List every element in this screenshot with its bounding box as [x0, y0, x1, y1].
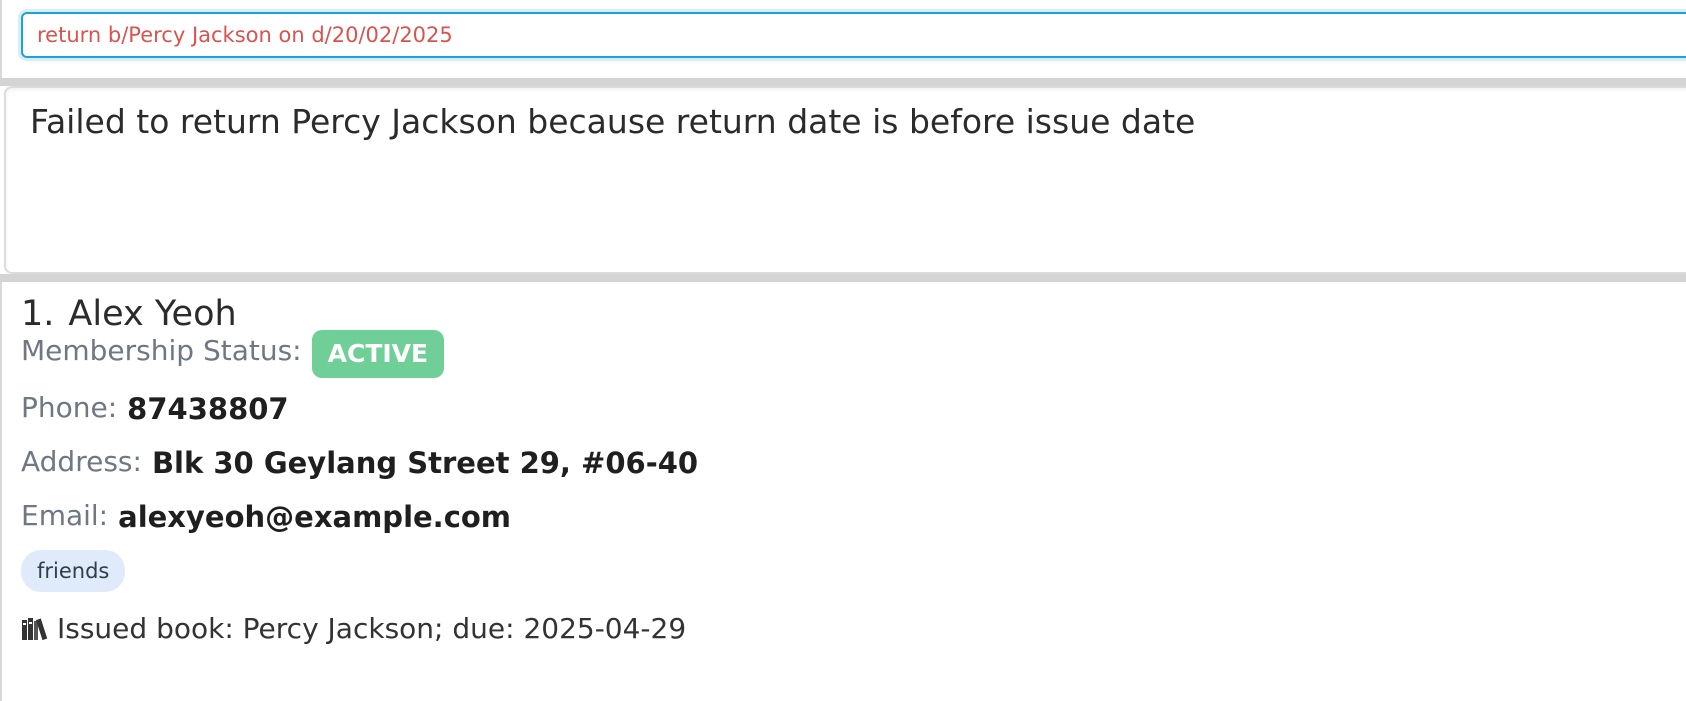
email-row: Email: alexyeoh@example.com	[21, 498, 512, 535]
command-input[interactable]	[21, 12, 1686, 58]
person-card[interactable]: 1. Alex Yeoh Membership Status: ACTIVE Ph…	[0, 282, 1686, 701]
books-icon	[21, 617, 49, 641]
membership-row: Membership Status: ACTIVE	[21, 330, 445, 378]
issued-book-text: Issued book: Percy Jackson; due: 2025-04…	[57, 612, 687, 645]
result-message: Failed to return Percy Jackson because r…	[30, 102, 1196, 141]
phone-row: Phone: 87438807	[21, 390, 289, 427]
phone-label: Phone:	[21, 390, 118, 424]
panel-divider[interactable]	[0, 78, 1686, 86]
app-window: Failed to return Percy Jackson because r…	[0, 0, 1686, 701]
person-name: Alex Yeoh	[68, 294, 237, 334]
panel-divider[interactable]	[0, 274, 1686, 282]
address-label: Address:	[21, 444, 142, 478]
tag-friends: friends	[21, 550, 126, 592]
person-index: 1.	[21, 294, 55, 334]
status-badge: ACTIVE	[311, 330, 445, 378]
email-label: Email:	[21, 498, 109, 532]
address-value: Blk 30 Geylang Street 29, #06-40	[151, 446, 699, 480]
result-display[interactable]: Failed to return Percy Jackson because r…	[4, 86, 1686, 274]
command-box-area	[0, 0, 1686, 78]
email-value: alexyeoh@example.com	[118, 500, 512, 534]
phone-value: 87438807	[127, 392, 289, 426]
issued-book-row: Issued book: Percy Jackson; due: 2025-04…	[21, 612, 686, 645]
person-name-heading: 1. Alex Yeoh	[21, 294, 237, 334]
address-row: Address: Blk 30 Geylang Street 29, #06-4…	[21, 444, 699, 481]
membership-label: Membership Status:	[21, 333, 302, 367]
